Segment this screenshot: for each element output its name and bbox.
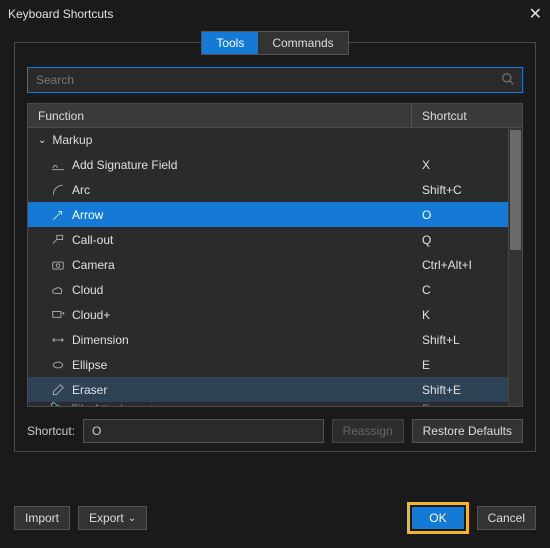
export-label: Export	[89, 511, 124, 525]
row-label: Eraser	[72, 383, 107, 397]
row-shortcut: Q	[412, 233, 508, 247]
arrow-icon	[50, 207, 66, 223]
row-label: Arc	[72, 183, 90, 197]
shortcuts-panel: Tools Commands Function Shortcut ⌄ Marku…	[14, 42, 536, 452]
row-label: Cloud+	[72, 308, 110, 322]
row-label: Ellipse	[72, 358, 107, 372]
row-shortcut: X	[412, 158, 508, 172]
row-shortcut: C	[412, 283, 508, 297]
reassign-button: Reassign	[332, 419, 404, 443]
export-button[interactable]: Export ⌄	[78, 506, 147, 530]
ellipse-icon	[50, 357, 66, 373]
tab-tools[interactable]: Tools	[202, 32, 258, 54]
row-eraser[interactable]: Eraser Shift+E	[28, 377, 508, 402]
scrollbar[interactable]	[508, 128, 522, 406]
shortcut-input[interactable]	[83, 419, 324, 443]
shortcut-label: Shortcut:	[27, 424, 75, 438]
ok-button[interactable]: OK	[412, 507, 463, 529]
eraser-icon	[50, 382, 66, 398]
attachment-icon: 📎	[50, 402, 65, 406]
row-label: Call-out	[72, 233, 113, 247]
chevron-down-icon: ⌄	[38, 135, 46, 146]
arc-icon	[50, 182, 66, 198]
scroll-thumb[interactable]	[510, 130, 521, 250]
camera-icon	[50, 257, 66, 273]
cancel-button[interactable]: Cancel	[477, 506, 536, 530]
row-shortcut: E	[412, 358, 508, 372]
group-markup[interactable]: ⌄ Markup	[28, 128, 508, 152]
row-label: Arrow	[72, 208, 103, 222]
cloud-plus-icon	[50, 307, 66, 323]
header-shortcut[interactable]: Shortcut	[412, 104, 522, 127]
row-label: Camera	[72, 258, 115, 272]
import-button[interactable]: Import	[14, 506, 70, 530]
row-label: Cloud	[72, 283, 103, 297]
chevron-down-icon: ⌄	[128, 513, 136, 524]
row-shortcut: Shift+C	[412, 183, 508, 197]
row-arc[interactable]: Arc Shift+C	[28, 177, 508, 202]
ok-highlight: OK	[407, 502, 468, 534]
row-partial[interactable]: 📎File Attachment F	[28, 402, 508, 406]
row-label: Add Signature Field	[72, 158, 177, 172]
window-title: Keyboard Shortcuts	[8, 7, 113, 21]
row-shortcut: Shift+L	[412, 333, 508, 347]
row-callout[interactable]: Call-out Q	[28, 227, 508, 252]
row-cloud-plus[interactable]: Cloud+ K	[28, 302, 508, 327]
search-icon	[501, 72, 515, 89]
cloud-icon	[50, 282, 66, 298]
tab-commands[interactable]: Commands	[258, 32, 347, 54]
restore-defaults-button[interactable]: Restore Defaults	[412, 419, 523, 443]
row-label: Dimension	[72, 333, 129, 347]
row-arrow[interactable]: Arrow O	[28, 202, 508, 227]
group-label: Markup	[52, 133, 92, 147]
row-cloud[interactable]: Cloud C	[28, 277, 508, 302]
row-shortcut: Shift+E	[412, 383, 508, 397]
dimension-icon	[50, 332, 66, 348]
row-dimension[interactable]: Dimension Shift+L	[28, 327, 508, 352]
row-ellipse[interactable]: Ellipse E	[28, 352, 508, 377]
row-add-signature[interactable]: Add Signature Field X	[28, 152, 508, 177]
close-icon[interactable]: ✕	[529, 4, 542, 24]
row-shortcut: Ctrl+Alt+I	[412, 258, 508, 272]
header-function[interactable]: Function	[28, 104, 412, 127]
row-shortcut: K	[412, 308, 508, 322]
row-camera[interactable]: Camera Ctrl+Alt+I	[28, 252, 508, 277]
callout-icon	[50, 232, 66, 248]
row-shortcut: O	[412, 208, 508, 222]
signature-icon	[50, 157, 66, 173]
search-input[interactable]	[27, 67, 523, 93]
tab-strip: Tools Commands	[27, 31, 523, 55]
shortcuts-table: Function Shortcut ⌄ Markup Add Signature…	[27, 103, 523, 407]
